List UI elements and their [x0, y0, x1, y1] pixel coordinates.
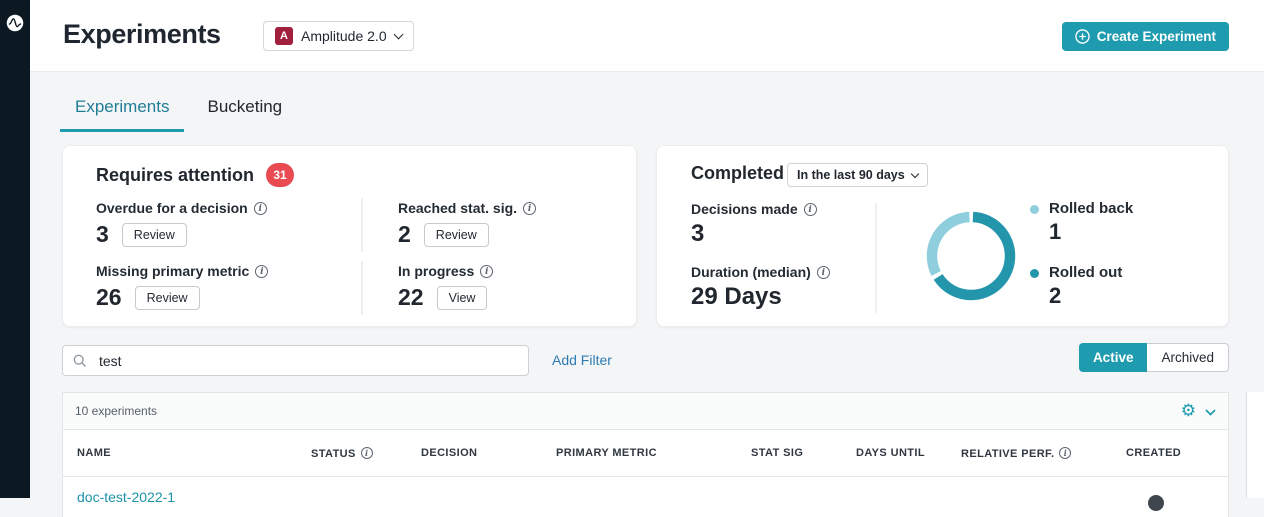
chevron-down-icon[interactable] [1205, 409, 1216, 416]
metric-label: Reached stat. sig. [398, 200, 612, 216]
metric-reached-stat-sig: Reached stat. sig. 2 Review [361, 198, 612, 252]
info-icon[interactable] [817, 266, 830, 279]
search-input[interactable] [97, 352, 518, 370]
column-header-days-until: DAYS UNTIL [856, 447, 961, 459]
project-badge: A [275, 27, 293, 45]
metric-in-progress: In progress 22 View [361, 261, 612, 315]
metric-overdue: Overdue for a decision 3 Review [96, 198, 361, 252]
tab-bar: Experiments Bucketing [60, 97, 297, 132]
info-icon[interactable] [804, 203, 817, 216]
active-archived-toggle: Active Archived [1079, 343, 1229, 372]
vertical-scrollbar[interactable] [1246, 392, 1264, 498]
column-header-created: CREATED [1126, 447, 1228, 459]
legend-value: 1 [1049, 219, 1133, 245]
requires-attention-title-text: Requires attention [96, 165, 254, 186]
info-icon[interactable] [255, 265, 268, 278]
stat-value: 3 [691, 220, 817, 248]
stat-value: 29 Days [691, 283, 830, 311]
review-button[interactable]: Review [122, 223, 187, 247]
chevron-down-icon [393, 30, 403, 40]
review-button[interactable]: Review [424, 223, 489, 247]
creator-avatar [1148, 495, 1164, 511]
stat-label: Decisions made [691, 201, 817, 217]
legend-dot-rolled-out [1030, 269, 1039, 278]
completed-title: Completed [691, 163, 784, 184]
info-icon[interactable] [1059, 447, 1071, 459]
page-title: Experiments [63, 19, 221, 50]
info-icon[interactable] [523, 202, 536, 215]
review-button[interactable]: Review [135, 286, 200, 310]
metric-label: Missing primary metric [96, 263, 361, 279]
project-selector-dropdown[interactable]: A Amplitude 2.0 [263, 21, 414, 51]
create-experiment-button[interactable]: Create Experiment [1062, 22, 1229, 51]
view-button[interactable]: View [437, 286, 488, 310]
stat-duration-median: Duration (median) 29 Days [691, 264, 830, 311]
column-header-status: STATUS [311, 447, 421, 460]
date-range-label: In the last 90 days [797, 168, 905, 182]
table-toolbar: 10 experiments ⚙ [63, 393, 1228, 430]
metric-missing-primary-metric: Missing primary metric 26 Review [96, 261, 361, 315]
experiment-name-link[interactable]: doc-test-2022-1 [77, 489, 175, 505]
metric-value: 3 [96, 221, 109, 248]
metric-label: Overdue for a decision [96, 200, 361, 216]
legend-dot-rolled-back [1030, 205, 1039, 214]
info-icon[interactable] [254, 202, 267, 215]
column-header-decision: DECISION [421, 447, 556, 459]
chevron-down-icon [910, 169, 918, 177]
table-settings-gear-icon[interactable]: ⚙ [1181, 403, 1196, 420]
add-filter-link[interactable]: Add Filter [552, 352, 612, 368]
vertical-divider [875, 203, 877, 313]
column-header-primary-metric: PRIMARY METRIC [556, 447, 751, 459]
project-name: Amplitude 2.0 [301, 28, 387, 44]
page-header: Experiments A Amplitude 2.0 Create Exper… [30, 0, 1264, 72]
column-header-stat-sig: STAT SIG [751, 447, 856, 459]
amplitude-logo-icon[interactable] [6, 14, 24, 32]
toggle-active-button[interactable]: Active [1079, 343, 1148, 372]
metric-value: 2 [398, 221, 411, 248]
tab-bucketing[interactable]: Bucketing [192, 97, 297, 132]
date-range-dropdown[interactable]: In the last 90 days [787, 163, 928, 187]
legend-label: Rolled out [1049, 264, 1122, 281]
legend-value: 2 [1049, 283, 1122, 309]
experiment-count: 10 experiments [75, 404, 157, 418]
requires-attention-card: Requires attention 31 Overdue for a deci… [62, 145, 637, 327]
info-icon[interactable] [480, 265, 493, 278]
search-box [62, 345, 529, 376]
legend-rolled-out: Rolled out 2 [1030, 264, 1122, 309]
search-icon [73, 354, 87, 368]
requires-attention-title: Requires attention 31 [96, 163, 294, 187]
experiments-table: 10 experiments ⚙ NAME STATUS DECISION PR… [62, 392, 1229, 517]
app-rail [0, 0, 30, 498]
create-experiment-label: Create Experiment [1097, 29, 1216, 44]
column-header-name: NAME [77, 447, 311, 459]
toggle-archived-button[interactable]: Archived [1147, 343, 1229, 372]
stat-decisions-made: Decisions made 3 [691, 201, 817, 248]
completed-card: Completed In the last 90 days Decisions … [656, 145, 1229, 327]
legend-rolled-back: Rolled back 1 [1030, 200, 1133, 245]
stat-label: Duration (median) [691, 264, 830, 280]
plus-circle-icon [1075, 29, 1090, 44]
info-icon[interactable] [361, 447, 373, 459]
metric-label: In progress [398, 263, 612, 279]
legend-label: Rolled back [1049, 200, 1133, 217]
metric-value: 26 [96, 284, 122, 311]
attention-metrics-grid: Overdue for a decision 3 Review Reached … [96, 198, 612, 315]
tab-experiments[interactable]: Experiments [60, 97, 184, 132]
completed-donut-chart [924, 209, 1018, 303]
table-header-row: NAME STATUS DECISION PRIMARY METRIC STAT… [63, 430, 1228, 477]
table-row[interactable]: doc-test-2022-1 [63, 477, 1228, 517]
attention-count-badge: 31 [266, 163, 294, 187]
column-header-relative-perf: RELATIVE PERF. [961, 447, 1126, 460]
metric-value: 22 [398, 284, 424, 311]
